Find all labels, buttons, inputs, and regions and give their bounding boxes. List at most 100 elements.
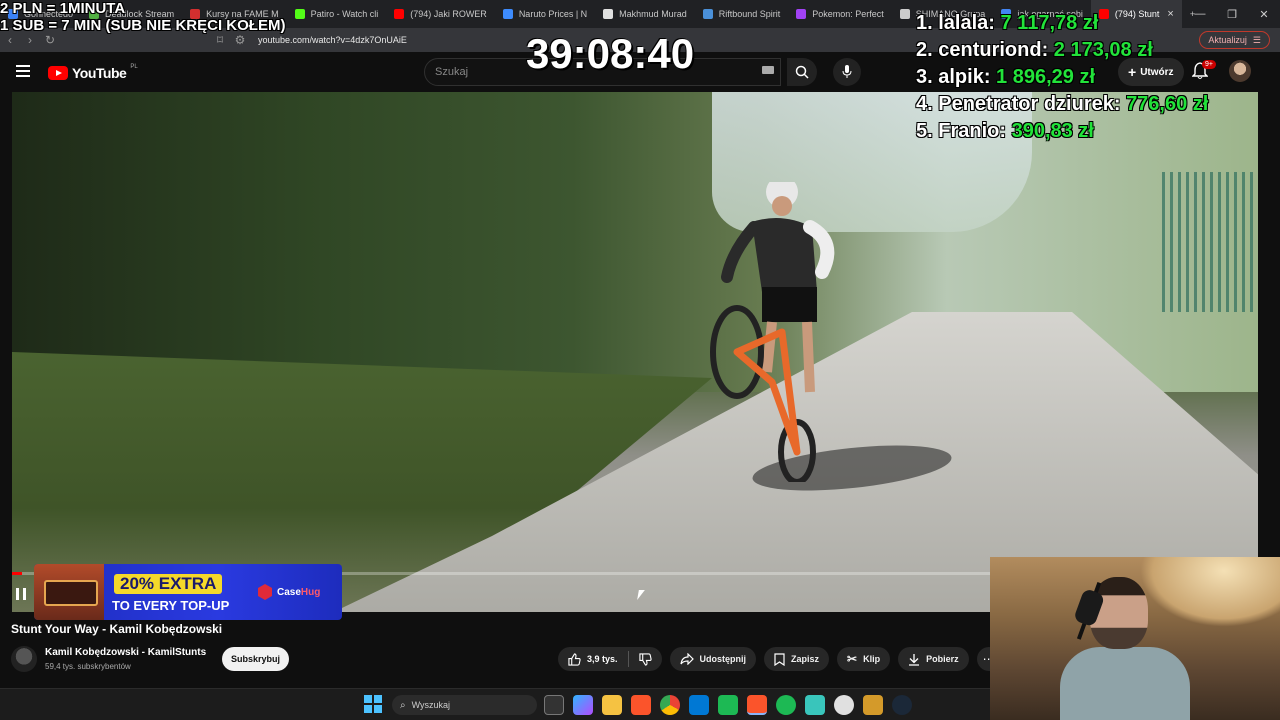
file-explorer-icon[interactable] bbox=[602, 695, 622, 715]
task-view-icon[interactable] bbox=[544, 695, 564, 715]
tab-label: Pokemon: Perfect bbox=[812, 9, 884, 19]
youtube-wordmark: YouTube bbox=[72, 65, 127, 81]
app-icon-2[interactable] bbox=[834, 695, 854, 715]
browser-tab[interactable]: Makhmud Murad bbox=[595, 0, 695, 28]
notes-icon[interactable] bbox=[805, 695, 825, 715]
tab-label: Patiro - Watch cli bbox=[310, 9, 379, 19]
casehug-logo-icon bbox=[258, 584, 272, 600]
search-icon: ⌕ bbox=[400, 699, 406, 711]
streamer-webcam bbox=[990, 557, 1280, 720]
maximize-button[interactable]: ❐ bbox=[1216, 8, 1248, 21]
menu-icon[interactable] bbox=[16, 65, 30, 77]
pause-button[interactable] bbox=[16, 588, 26, 600]
menu-icon: ☰ bbox=[1252, 34, 1261, 45]
download-button[interactable]: Pobierz bbox=[898, 647, 969, 671]
save-button[interactable]: Zapisz bbox=[764, 647, 830, 671]
leaderboard-row: 4. Penetrator dziurek: 776,60 zł bbox=[916, 91, 1208, 118]
video-progress-fill bbox=[12, 572, 22, 575]
youtube-logo[interactable]: YouTube PL bbox=[48, 64, 138, 81]
leaderboard-row: 5. Franio: 390,83 zł bbox=[916, 118, 1208, 145]
donation-amount: 390,83 zł bbox=[1011, 120, 1094, 142]
bookmark-icon bbox=[774, 652, 785, 666]
share-button[interactable]: Udostępnij bbox=[669, 647, 757, 671]
video-player[interactable] bbox=[12, 92, 1258, 612]
site-info-icon[interactable]: ⚙ bbox=[230, 33, 250, 47]
chrome-icon[interactable] bbox=[660, 695, 680, 715]
tab-label: Makhmud Murad bbox=[619, 9, 687, 19]
brand-case: Case bbox=[277, 586, 301, 598]
microphone-icon bbox=[842, 65, 852, 78]
donation-leaderboard: 1. lalala: 7 117,78 zł 2. centuriond: 2 1… bbox=[916, 10, 1208, 145]
donor-name: 5. Franio: bbox=[916, 120, 1012, 142]
ad-brand: CaseHug bbox=[258, 584, 320, 600]
taskbar-icons bbox=[364, 695, 382, 713]
browser-tab[interactable]: Patiro - Watch cli bbox=[287, 0, 387, 28]
ad-banner[interactable]: 20% EXTRA TO EVERY TOP-UP CaseHug bbox=[34, 564, 342, 620]
tab-favicon-icon bbox=[603, 9, 614, 19]
donor-name: 2. centuriond: bbox=[916, 39, 1054, 61]
tab-favicon-icon bbox=[899, 9, 910, 19]
browser-tab[interactable]: (794) Jaki ROWER bbox=[386, 0, 495, 28]
download-label: Pobierz bbox=[926, 654, 959, 664]
like-count: 3,9 tys. bbox=[587, 654, 618, 664]
bookmark-icon[interactable]: ⌑ bbox=[210, 33, 230, 47]
taskbar-app-icons bbox=[544, 695, 912, 715]
voice-search-button[interactable] bbox=[833, 58, 861, 86]
donation-amount: 7 117,78 zł bbox=[1000, 12, 1099, 34]
streamer-body bbox=[1060, 647, 1190, 720]
channel-name[interactable]: Kamil Kobędzowski - KamilStunts bbox=[45, 647, 206, 658]
donor-name: 3. alpik: bbox=[916, 66, 997, 88]
app-icon-3[interactable] bbox=[863, 695, 883, 715]
thumbs-up-icon bbox=[568, 652, 581, 666]
brave-active-icon[interactable] bbox=[747, 695, 767, 715]
clip-label: Klip bbox=[863, 654, 881, 664]
avatar[interactable] bbox=[1229, 60, 1251, 82]
steam-icon[interactable] bbox=[892, 695, 912, 715]
like-button[interactable]: 3,9 tys. bbox=[558, 647, 628, 671]
ad-headline: 20% EXTRA bbox=[114, 574, 223, 594]
app-icon[interactable] bbox=[718, 695, 738, 715]
channel-avatar[interactable] bbox=[11, 646, 37, 672]
taskbar-search-placeholder: Wyszukaj bbox=[411, 700, 451, 710]
update-button[interactable]: Aktualizuj ☰ bbox=[1199, 31, 1270, 49]
search-button[interactable] bbox=[787, 58, 817, 86]
spotify-icon[interactable] bbox=[776, 695, 796, 715]
tab-label: Naruto Prices | N bbox=[518, 9, 588, 19]
search-placeholder: Szukaj bbox=[435, 66, 469, 78]
rate-line-1: 2 PLN = 1MINUTA bbox=[0, 0, 126, 17]
reload-icon[interactable]: ↻ bbox=[40, 33, 60, 47]
copilot-icon[interactable] bbox=[573, 695, 593, 715]
browser-tab[interactable]: Riftbound Spirit bbox=[695, 0, 789, 28]
taskbar-search-input[interactable]: ⌕ Wyszukaj bbox=[392, 695, 537, 715]
tab-label: (794) Jaki ROWER bbox=[410, 9, 487, 19]
windows-start-icon[interactable] bbox=[364, 695, 382, 713]
clip-button[interactable]: ✂ Klip bbox=[837, 647, 891, 671]
stream-rate-overlay: 2 PLN = 1MINUTA 1 SUB = 7 MIN (SUB NIE K… bbox=[0, 0, 285, 34]
forward-icon[interactable]: › bbox=[20, 33, 40, 47]
scissors-icon: ✂ bbox=[847, 652, 858, 666]
brand-hug: Hug bbox=[300, 586, 321, 598]
leaderboard-row: 1. lalala: 7 117,78 zł bbox=[916, 10, 1208, 37]
share-icon bbox=[679, 653, 694, 665]
browser-tab[interactable]: Naruto Prices | N bbox=[495, 0, 595, 28]
back-icon[interactable]: ‹ bbox=[0, 33, 20, 47]
update-label: Aktualizuj bbox=[1208, 35, 1247, 45]
donation-amount: 776,60 zł bbox=[1126, 93, 1209, 115]
donation-amount: 2 173,08 zł bbox=[1053, 39, 1153, 61]
keyboard-icon[interactable] bbox=[762, 66, 774, 74]
video-actions: 3,9 tys. Udostępnij Zapisz ✂ Klip Pobier… bbox=[558, 647, 1001, 671]
tab-favicon-icon bbox=[502, 9, 513, 19]
country-code: PL bbox=[130, 64, 138, 70]
subathon-timer: 39:08:40 bbox=[525, 30, 695, 77]
subscribe-button[interactable]: Subskrybuj bbox=[222, 647, 289, 671]
like-dislike-group: 3,9 tys. bbox=[558, 647, 662, 671]
store-icon[interactable] bbox=[689, 695, 709, 715]
url-field[interactable]: youtube.com/watch?v=4dzk7OnUAiE bbox=[258, 35, 407, 45]
dislike-button[interactable] bbox=[629, 647, 662, 671]
close-window-button[interactable]: ✕ bbox=[1248, 8, 1280, 21]
tab-label: Riftbound Spirit bbox=[718, 9, 781, 19]
tab-favicon-icon bbox=[294, 9, 305, 19]
browser-tab[interactable]: Pokemon: Perfect bbox=[788, 0, 892, 28]
donation-amount: 1 896,29 zł bbox=[996, 66, 1095, 88]
brave-browser-icon[interactable] bbox=[631, 695, 651, 715]
